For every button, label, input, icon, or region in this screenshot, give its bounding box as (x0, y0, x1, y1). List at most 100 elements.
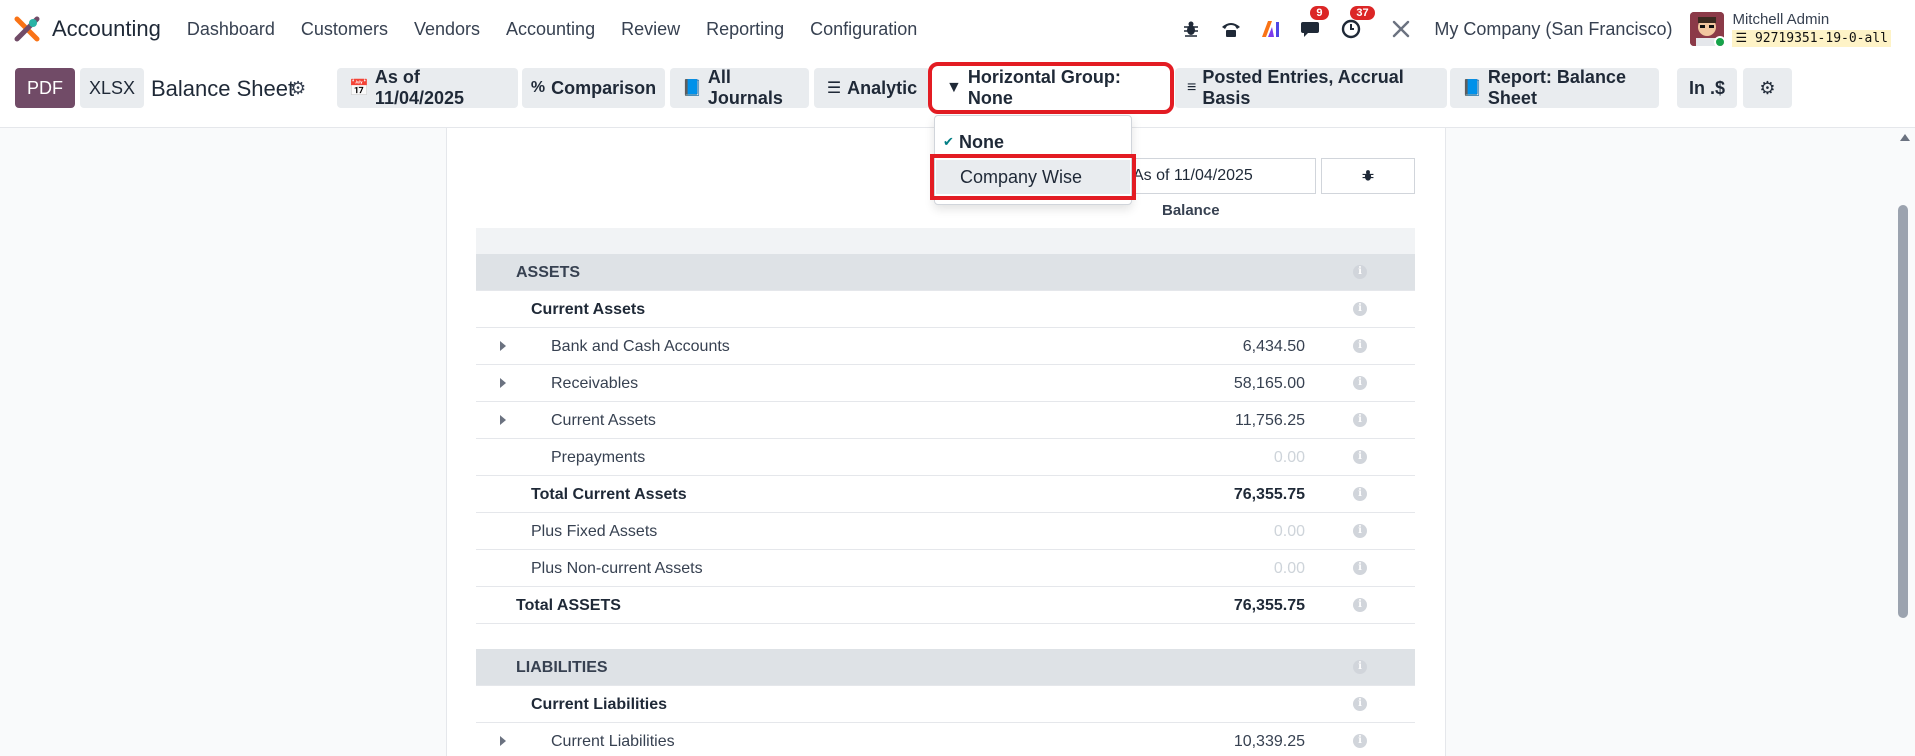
row-value[interactable]: 6,434.50 (1243, 338, 1305, 356)
company-switcher[interactable]: My Company (San Francisco) (1434, 19, 1672, 40)
journals-button[interactable]: 📘 All Journals (670, 67, 809, 108)
line-row-bank-cash[interactable]: Bank and Cash Accounts 6,434.50 i (476, 328, 1415, 365)
debug-bug-icon[interactable] (1178, 16, 1204, 42)
line-row-prepayments[interactable]: Prepayments 0.00 i (476, 439, 1415, 476)
row-label: Current Assets (531, 301, 646, 318)
report-selector-button[interactable]: 📘 Report: Balance Sheet (1450, 67, 1659, 108)
report-header-spacer (476, 228, 1415, 254)
report-sheet: As of 11/04/2025 Balance ASSETS i Curren… (446, 128, 1446, 756)
row-value[interactable]: 58,165.00 (1234, 375, 1305, 393)
messages-badge: 9 (1310, 6, 1329, 20)
scroll-up-arrow[interactable] (1900, 134, 1910, 141)
date-filter-button[interactable]: 📅 As of 11/04/2025 (337, 67, 518, 108)
info-icon[interactable]: i (1353, 524, 1367, 538)
info-icon[interactable]: i (1353, 302, 1367, 316)
gear-icon[interactable]: ⚙ (290, 78, 306, 99)
line-row-current-assets[interactable]: Current Assets 11,756.25 i (476, 402, 1415, 439)
sliders-icon: ≡ (1187, 79, 1197, 96)
scrollbar-thumb[interactable] (1898, 205, 1908, 618)
info-icon[interactable]: i (1353, 413, 1367, 427)
info-icon[interactable]: i (1353, 450, 1367, 464)
currency-button[interactable]: In .$ (1677, 68, 1737, 108)
sub-row-fixed-assets[interactable]: Plus Fixed Assets 0.00 i (476, 513, 1415, 550)
row-value: 0.00 (1273, 523, 1305, 540)
info-icon[interactable]: i (1353, 376, 1367, 390)
dropdown-option-none[interactable]: ✔ None (935, 125, 1131, 159)
row-label: Bank and Cash Accounts (551, 338, 730, 355)
line-row-current-liabilities[interactable]: Current Liabilities 10,339.25 i (476, 723, 1415, 756)
expand-caret-icon[interactable] (500, 415, 506, 425)
layers-icon: ☰ (826, 80, 842, 97)
row-value: 76,355.75 (1233, 597, 1305, 614)
date-filter-label: As of 11/04/2025 (374, 67, 465, 108)
info-icon[interactable]: i (1353, 487, 1367, 501)
info-icon[interactable]: i (1353, 339, 1367, 353)
user-name: Mitchell Admin (1732, 11, 1830, 28)
info-icon[interactable]: i (1353, 265, 1367, 279)
menu-accounting[interactable]: Accounting (506, 19, 595, 40)
option-label: None (959, 131, 1004, 152)
book-icon: 📘 (682, 80, 702, 97)
expand-caret-icon[interactable] (500, 341, 506, 351)
top-navbar: Accounting Dashboard Customers Vendors A… (0, 0, 1915, 58)
phone-icon[interactable] (1218, 16, 1244, 42)
row-label: Plus Non-current Assets (531, 560, 703, 577)
expand-caret-icon[interactable] (500, 378, 506, 388)
book-icon: 📘 (1462, 80, 1482, 97)
activities-badge: 37 (1350, 6, 1375, 20)
menu-review[interactable]: Review (621, 19, 680, 40)
info-icon[interactable]: i (1353, 734, 1367, 748)
horizontal-group-button[interactable]: ▼ Horizontal Group: None (928, 62, 1174, 114)
dropdown-option-company-wise[interactable]: Company Wise (930, 154, 1136, 200)
menu-dashboard[interactable]: Dashboard (187, 19, 275, 40)
main-menu: Dashboard Customers Vendors Accounting R… (187, 19, 943, 40)
avatar[interactable] (1690, 12, 1725, 46)
analytic-button[interactable]: ☰ Analytic (814, 68, 930, 108)
row-label: Plus Fixed Assets (531, 523, 658, 540)
row-label: Receivables (551, 375, 639, 392)
line-row-receivables[interactable]: Receivables 58,165.00 i (476, 365, 1415, 402)
menu-reporting[interactable]: Reporting (706, 19, 784, 40)
row-value: 0.00 (1273, 560, 1305, 577)
debug-bug-icon[interactable] (1321, 158, 1415, 194)
xlsx-button[interactable]: XLSX (80, 68, 144, 108)
settings-gears-button[interactable]: ⚙ (1743, 68, 1792, 108)
row-label: Prepayments (551, 449, 646, 466)
section-row-assets[interactable]: ASSETS i (476, 254, 1415, 291)
pdf-button[interactable]: PDF (15, 68, 75, 108)
section-row-liabilities[interactable]: LIABILITIES i (476, 649, 1415, 686)
grand-total-row-assets[interactable]: Total ASSETS 76,355.75 i (476, 587, 1415, 624)
brand[interactable]: Accounting (14, 16, 161, 42)
horizontal-group-label: Horizontal Group: None (967, 67, 1121, 108)
expand-caret-icon[interactable] (500, 736, 506, 746)
user-menu[interactable]: Mitchell Admin ☰ 92719351-19-0-all (1732, 11, 1891, 47)
group-row-current-liabilities[interactable]: Current Liabilities i (476, 686, 1415, 723)
menu-configuration[interactable]: Configuration (810, 19, 917, 40)
row-value[interactable]: 10,339.25 (1234, 733, 1305, 751)
journals-label: All Journals (707, 67, 783, 108)
sub-row-non-current-assets[interactable]: Plus Non-current Assets 0.00 i (476, 550, 1415, 587)
total-row-current-assets[interactable]: Total Current Assets 76,355.75 i (476, 476, 1415, 513)
horizontal-group-dropdown: ✔ None Company Wise (930, 115, 1136, 205)
page-title: Balance Sheet (151, 76, 295, 101)
comparison-button[interactable]: % Comparison (522, 68, 665, 108)
row-label: ASSETS (516, 264, 581, 281)
navbar-systray: 9 37 My Company (San Francisco) Mitchell… (1178, 0, 1915, 58)
check-icon: ✔ (943, 134, 954, 149)
row-value[interactable]: 11,756.25 (1235, 412, 1305, 430)
entries-options-button[interactable]: ≡ Posted Entries, Accrual Basis (1175, 67, 1447, 108)
percent-icon: % (530, 79, 546, 96)
report-selector-label: Report: Balance Sheet (1487, 67, 1626, 108)
menu-vendors[interactable]: Vendors (414, 19, 480, 40)
activities-clock-icon[interactable]: 37 (1338, 6, 1375, 42)
info-icon[interactable]: i (1353, 697, 1367, 711)
info-icon[interactable]: i (1353, 561, 1367, 575)
tools-icon[interactable] (1388, 16, 1414, 42)
menu-customers[interactable]: Customers (301, 19, 388, 40)
messages-icon[interactable]: 9 (1298, 6, 1329, 42)
group-row-current-assets[interactable]: Current Assets i (476, 291, 1415, 328)
info-icon[interactable]: i (1353, 598, 1367, 612)
ai-icon[interactable] (1258, 16, 1284, 42)
row-value: 0.00 (1273, 449, 1305, 466)
info-icon[interactable]: i (1353, 660, 1367, 674)
